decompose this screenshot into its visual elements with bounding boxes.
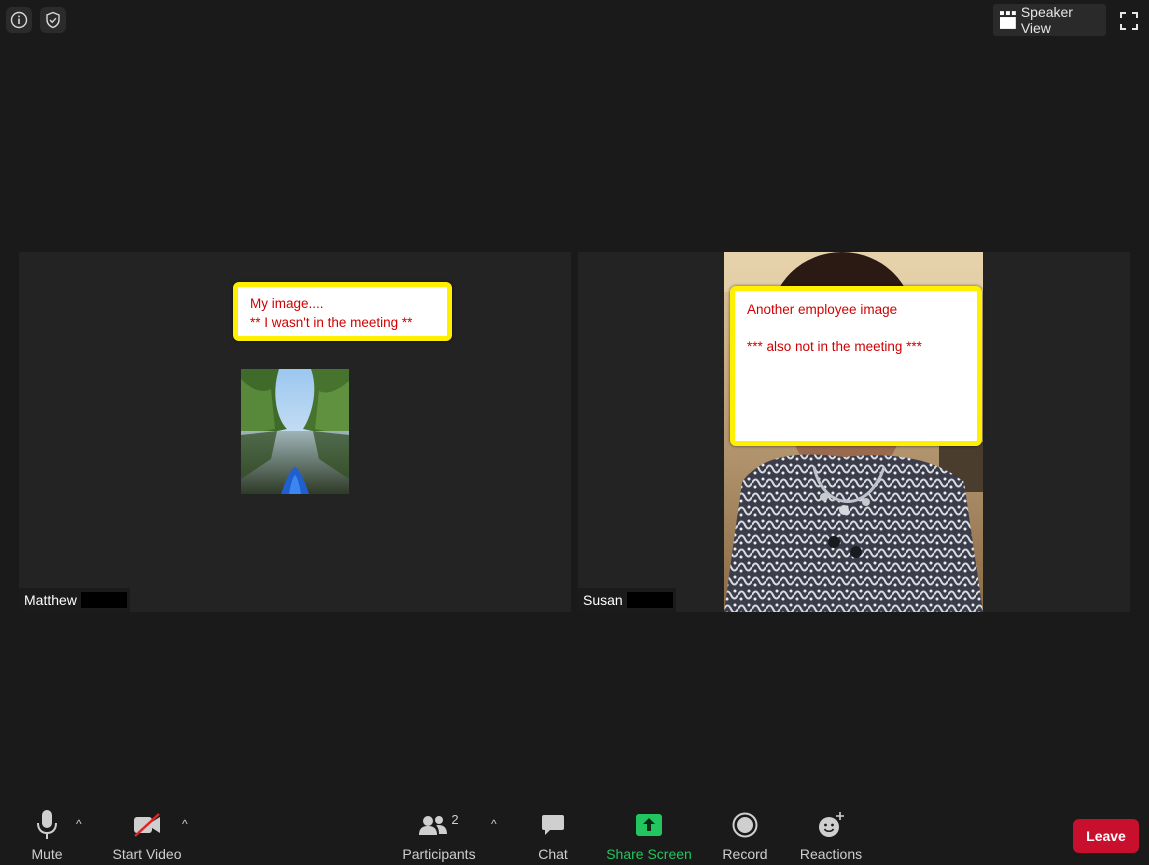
record-label: Record <box>722 846 768 862</box>
record-button[interactable]: Record <box>722 806 768 862</box>
chat-label: Chat <box>538 846 568 862</box>
video-off-icon <box>134 813 160 837</box>
mute-button[interactable]: Mute <box>27 806 67 862</box>
security-button[interactable] <box>40 7 66 33</box>
speaker-view-label: Speaker View <box>1020 4 1073 36</box>
start-video-button[interactable]: Start Video <box>112 806 182 862</box>
participants-button[interactable]: 2 Participants <box>402 806 476 863</box>
leave-button[interactable]: Leave <box>1073 819 1139 853</box>
participant-name-tag: Matthew <box>19 588 130 612</box>
share-screen-button[interactable]: Share Screen <box>606 806 692 862</box>
record-icon <box>732 812 758 838</box>
leave-label: Leave <box>1086 828 1126 844</box>
note-line: Another employee image <box>747 302 898 317</box>
annotation-note-susan: Another employee image *** also not in t… <box>730 286 982 446</box>
participants-icon <box>419 816 448 835</box>
chat-icon <box>542 815 564 835</box>
speaker-view-button[interactable]: Speaker View <box>993 4 1106 36</box>
mute-label: Mute <box>31 846 63 862</box>
note-line: My image.... <box>250 296 324 311</box>
annotation-note-matthew: My image.... ** I wasn't in the meeting … <box>233 282 452 341</box>
participant-name-tag: Susan <box>578 588 676 612</box>
video-options-caret-icon[interactable]: ^ <box>182 817 188 831</box>
reactions-icon <box>819 812 844 837</box>
chat-button[interactable]: Chat <box>535 806 571 862</box>
reactions-button[interactable]: Reactions <box>800 806 862 862</box>
fullscreen-button[interactable] <box>1120 12 1138 30</box>
note-line: *** also not in the meeting *** <box>747 339 922 354</box>
audio-options-caret-icon[interactable]: ^ <box>76 817 82 831</box>
video-tile-susan[interactable]: Another employee image *** also not in t… <box>578 252 1130 612</box>
grid-view-icon <box>1000 11 1016 29</box>
reactions-label: Reactions <box>799 846 863 862</box>
microphone-icon <box>37 810 57 839</box>
video-tile-matthew[interactable]: My image.... ** I wasn't in the meeting … <box>19 252 571 612</box>
participants-count: 2 <box>451 811 459 827</box>
profile-picture <box>241 369 349 494</box>
start-video-label: Start Video <box>112 846 182 862</box>
participant-name: Matthew <box>24 592 77 608</box>
share-screen-icon <box>636 814 662 836</box>
redacted-surname <box>626 592 673 608</box>
note-line: ** I wasn't in the meeting ** <box>250 315 413 330</box>
share-screen-label: Share Screen <box>606 846 692 862</box>
participant-name: Susan <box>583 592 623 608</box>
participants-options-caret-icon[interactable]: ^ <box>491 817 497 831</box>
meeting-info-button[interactable] <box>6 7 32 33</box>
participants-label: Participants <box>402 846 476 862</box>
redacted-surname <box>80 592 127 608</box>
shield-check-icon <box>46 11 60 29</box>
fullscreen-icon <box>1120 12 1138 30</box>
info-icon <box>10 11 28 29</box>
